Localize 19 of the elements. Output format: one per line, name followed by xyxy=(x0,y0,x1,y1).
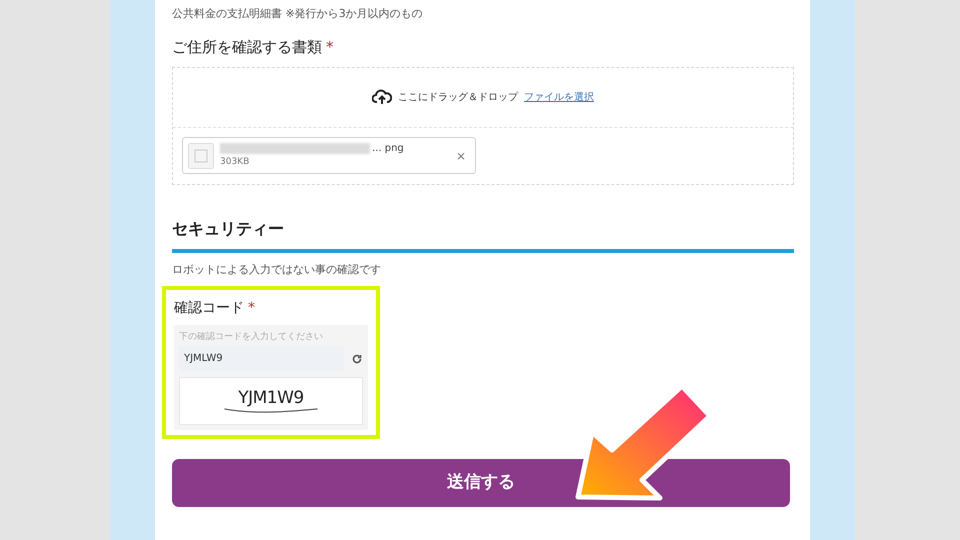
refresh-icon[interactable] xyxy=(352,354,362,364)
required-mark: * xyxy=(248,299,255,318)
file-name: ... png xyxy=(372,142,404,156)
required-mark: * xyxy=(326,37,334,58)
drop-zone[interactable]: ここにドラッグ＆ドロップ ファイルを選択 ... png 303KB × xyxy=(172,66,794,184)
captcha-image: YJM1W9 xyxy=(216,388,326,414)
file-size: 303KB xyxy=(220,156,250,170)
captcha-input[interactable]: YJMLW9 xyxy=(179,346,344,371)
select-file-link[interactable]: ファイルを選択 xyxy=(524,90,594,104)
captcha-hint: 下の確認コードを入力してください xyxy=(179,330,324,344)
cloud-upload-icon xyxy=(372,89,392,105)
image-file-icon xyxy=(188,142,214,168)
field-label: 確認コード xyxy=(174,299,244,318)
note-text: 公共料金の支払明細書 ※発行から3か月以内のもの xyxy=(172,6,424,22)
field-label: ご住所を確認する書類 xyxy=(172,37,322,58)
description-text: ロボットによる入力ではない事の確認です xyxy=(172,262,382,278)
drop-instruction: ここにドラッグ＆ドロップ xyxy=(398,90,518,104)
section-heading: セキュリティー xyxy=(172,218,285,240)
remove-file-button[interactable]: × xyxy=(452,146,470,164)
